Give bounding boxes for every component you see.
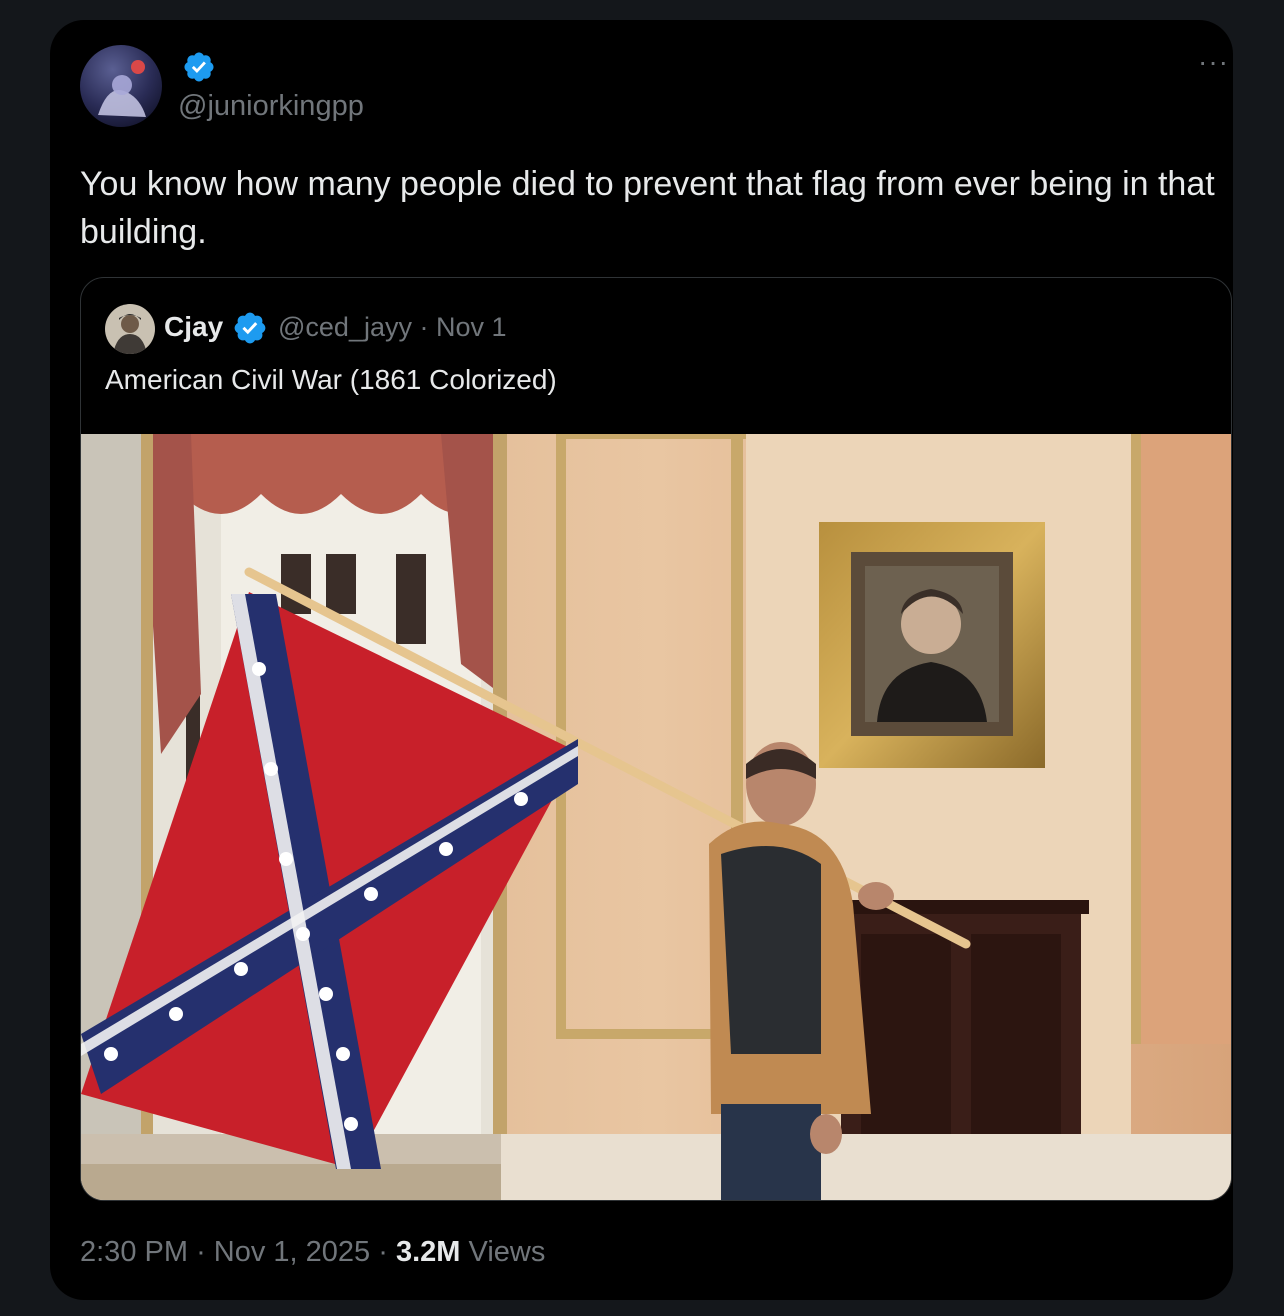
tweet-text: You know how many people died to prevent… — [80, 165, 1215, 251]
tweet-time[interactable]: 2:30 PM — [80, 1236, 188, 1268]
tweet-footer: 2:30 PM · Nov 1, 2025 · 3.2M Views — [80, 1236, 545, 1269]
quoted-author-name[interactable]: Cjay — [164, 311, 223, 343]
separator: · — [378, 1236, 388, 1268]
quoted-tweet-text: American Civil War (1861 Colorized) — [105, 364, 557, 395]
separator: · — [419, 312, 429, 342]
quoted-tweet[interactable]: Cjay @ced_jayy · Nov 1 American Civil Wa… — [80, 277, 1232, 1201]
author-avatar[interactable] — [80, 45, 162, 127]
verified-badge-icon — [234, 312, 266, 344]
verified-badge-icon — [184, 52, 214, 82]
author-handle[interactable]: @juniorkingpp — [178, 90, 364, 123]
quoted-author-avatar[interactable] — [105, 304, 155, 354]
quoted-author-handle[interactable]: @ced_jayy — [278, 312, 412, 342]
views-label: Views — [468, 1236, 546, 1268]
views-count: 3.2M — [395, 1236, 461, 1268]
more-icon[interactable]: ··· — [1198, 48, 1229, 76]
tweet-date[interactable]: Nov 1, 2025 — [214, 1236, 370, 1268]
quoted-meta: @ced_jayy · Nov 1 — [278, 312, 507, 343]
separator: · — [196, 1236, 206, 1268]
quoted-date[interactable]: Nov 1 — [436, 312, 507, 342]
quoted-tweet-photo[interactable] — [81, 434, 1231, 1200]
